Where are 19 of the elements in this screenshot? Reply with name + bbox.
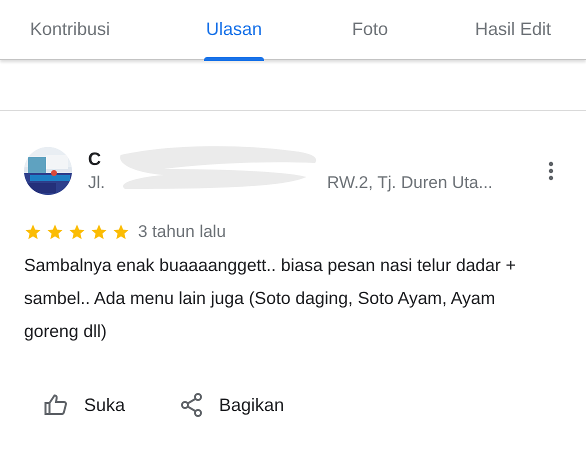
review-text: Sambalnya enak buaaaanggett.. biasa pesan nasi telur dadar + sambel.. Ada menu lain juga (Soto daging, Soto Ayam, Ayam goreng dll) (24, 254, 517, 343)
reviewer-address: RW.2, Tj. Duren Uta... (327, 173, 493, 193)
tab[interactable]: Ulasan (206, 0, 262, 58)
thumbs-up-icon (44, 394, 68, 416)
star-icon (46, 222, 64, 241)
tab[interactable]: Kontribusi (30, 0, 110, 58)
star-icon (90, 222, 108, 241)
more-options-icon[interactable] (548, 161, 554, 181)
reviewer-name[interactable]: C (88, 149, 101, 169)
like-button[interactable]: Suka (44, 392, 126, 418)
share-icon (181, 393, 204, 417)
tab[interactable]: Hasil Edit (475, 0, 552, 58)
share-button[interactable]: Bagikan (181, 392, 284, 418)
review-time: 3 tahun lalu (138, 221, 226, 243)
star-icon (112, 222, 130, 241)
star-icon (24, 222, 42, 241)
tab[interactable]: Foto (352, 0, 388, 58)
star-icon (68, 222, 86, 241)
reviewer-address: Jl. (88, 173, 105, 193)
